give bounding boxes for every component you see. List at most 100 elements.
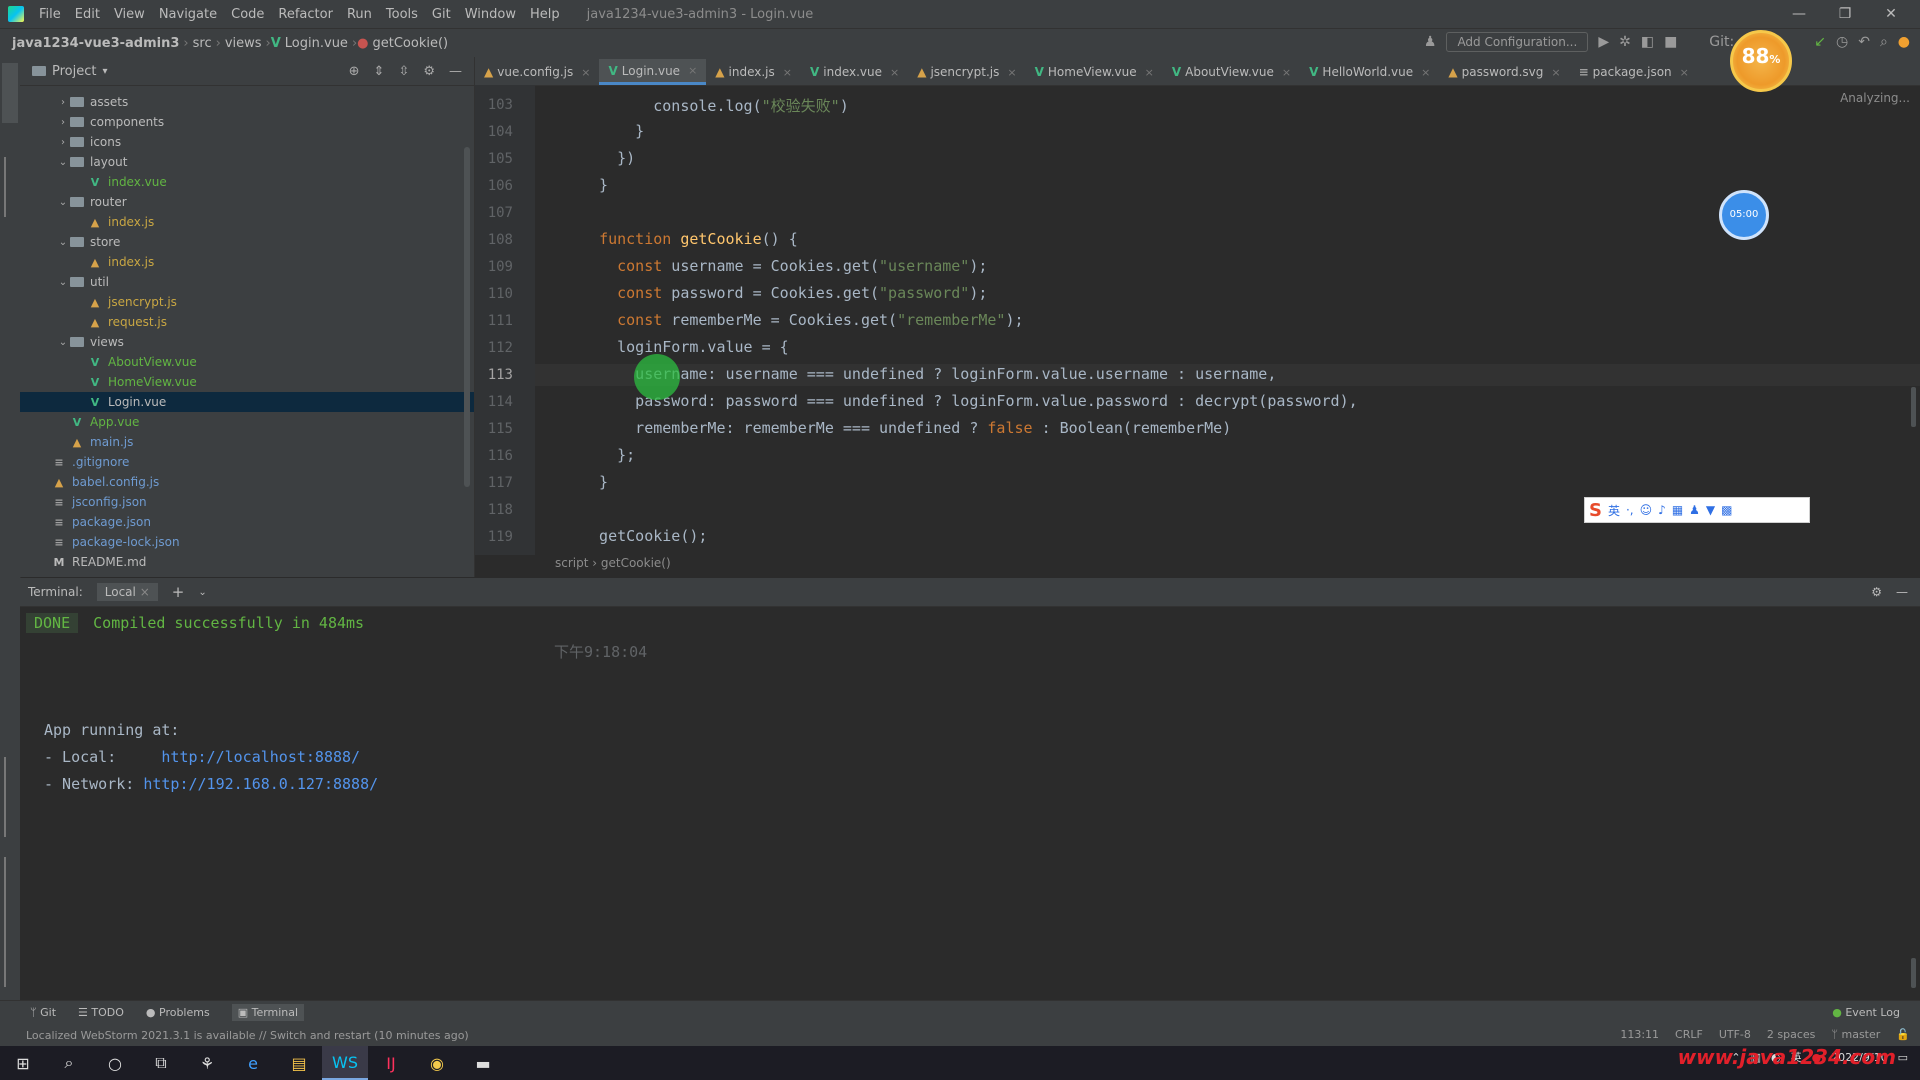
tree-file[interactable]: V App.vue [20,412,474,432]
network-url-link[interactable]: http://192.168.0.127:8888/ [143,775,378,793]
tree-file[interactable]: ▲ index.js [20,252,474,272]
stop-icon[interactable]: ■ [1664,34,1677,50]
code-line[interactable]: } [581,176,608,194]
close-tab-icon[interactable]: × [140,585,150,599]
expand-arrow-icon[interactable]: ⌄ [56,337,70,348]
tree-folder[interactable]: ⌄ store [20,232,474,252]
webstorm-taskbar-icon[interactable]: WS [322,1046,368,1080]
tree-folder[interactable]: ⌄ layout [20,152,474,172]
editor-tab[interactable]: V AboutView.vue × [1163,59,1300,85]
ime-emoji-icon[interactable]: ☺ [1640,503,1653,517]
tree-file[interactable]: ▲ jsencrypt.js [20,292,474,312]
tree-folder[interactable]: ⌄ router [20,192,474,212]
menu-item-code[interactable]: Code [224,7,271,22]
search-icon[interactable]: ⌕ [1880,34,1888,50]
tree-file[interactable]: M README.md [20,552,474,572]
terminal-scrollbar[interactable] [1911,958,1916,988]
tree-folder[interactable]: ⌄ util [20,272,474,292]
code-line[interactable]: function getCookie() { [581,230,798,248]
git-update-icon[interactable]: ↙ [1814,34,1826,50]
tree-folder[interactable]: › components [20,112,474,132]
tree-file[interactable]: ≡ .gitignore [20,452,474,472]
close-tab-icon[interactable]: × [1551,66,1560,79]
hide-icon[interactable]: — [449,64,462,79]
lock-icon[interactable]: 🔓 [1896,1028,1910,1041]
expand-arrow-icon[interactable]: › [56,117,70,128]
editor-tab[interactable]: ▲ password.svg × [1439,59,1569,85]
user-icon[interactable]: ♟ [1424,34,1437,50]
intellij-taskbar-icon[interactable]: IJ [368,1046,414,1080]
tree-file[interactable]: V Login.vue [20,392,474,412]
ime-lang-icon[interactable]: 英 [1608,502,1620,519]
git-branch[interactable]: ᛘ master [1831,1028,1880,1041]
editor-tab[interactable]: V HomeView.vue × [1026,59,1163,85]
coverage-icon[interactable]: ◧ [1641,34,1654,50]
ime-menu-icon[interactable]: ▩ [1721,503,1732,517]
editor-scrollbar[interactable] [1911,387,1916,427]
close-tab-icon[interactable]: × [688,64,697,77]
breadcrumb-src[interactable]: src [189,36,216,51]
tree-folder[interactable]: › assets [20,92,474,112]
code-line[interactable]: } [581,473,608,491]
line-separator[interactable]: CRLF [1675,1028,1703,1041]
tree-file[interactable]: ▲ index.js [20,212,474,232]
app-icon-1[interactable]: ⚘ [184,1046,230,1080]
ime-punct-icon[interactable]: ·, [1626,503,1634,517]
close-tab-icon[interactable]: × [581,66,590,79]
debug-icon[interactable]: ✲ [1619,34,1631,50]
code-line[interactable]: }; [581,446,635,464]
file-explorer-icon[interactable]: ▤ [276,1046,322,1080]
git-tool-button[interactable]: ᛘ Git [30,1006,56,1019]
indent-setting[interactable]: 2 spaces [1767,1028,1816,1041]
new-tab-icon[interactable]: + [172,583,185,601]
expand-all-icon[interactable]: ⇕ [374,64,385,79]
close-tab-icon[interactable]: × [1680,66,1689,79]
tree-file[interactable]: ≡ package.json [20,512,474,532]
expand-arrow-icon[interactable]: ⌄ [56,237,70,248]
terminal-tool-button[interactable]: ▣ Terminal [231,1004,305,1021]
code-line[interactable]: rememberMe: rememberMe === undefined ? f… [581,419,1231,437]
code-line[interactable]: }) [581,149,635,167]
close-tab-icon[interactable]: × [890,66,899,79]
ime-user-icon[interactable]: ♟ [1689,503,1700,517]
expand-arrow-icon[interactable]: ⌄ [56,157,70,168]
code-line[interactable]: const username = Cookies.get("username")… [581,257,987,275]
tree-file[interactable]: ≡ package-lock.json [20,532,474,552]
maximize-button[interactable]: ❐ [1822,0,1868,28]
editor-tab[interactable]: ▲ vue.config.js × [475,59,599,85]
expand-arrow-icon[interactable]: ⌄ [56,277,70,288]
breadcrumb-views[interactable]: views [221,36,266,51]
file-encoding[interactable]: UTF-8 [1719,1028,1751,1041]
tree-folder[interactable]: ⌄ views [20,332,474,352]
status-message[interactable]: Localized WebStorm 2021.3.1 is available… [26,1029,469,1042]
editor-tab[interactable]: ▲ index.js × [706,59,801,85]
bookmarks-stripe-button[interactable] [4,857,16,937]
update-notification-icon[interactable]: ● [1898,34,1910,50]
breadcrumb-project[interactable]: java1234-vue3-admin3 [8,36,183,51]
tree-file[interactable]: V HomeView.vue [20,372,474,392]
menu-item-refactor[interactable]: Refactor [271,7,340,22]
cpu-usage-widget[interactable]: 88% [1730,30,1792,92]
collapse-all-icon[interactable]: ⇳ [398,64,409,79]
rollback-icon[interactable]: ↶ [1858,34,1870,50]
editor-tab[interactable]: V HelloWorld.vue × [1300,59,1439,85]
editor-breadcrumb[interactable]: script › getCookie() [555,556,671,570]
chevron-down-icon[interactable]: ▾ [102,66,107,77]
expand-arrow-icon[interactable]: › [56,137,70,148]
editor-tab[interactable]: V Login.vue × [599,59,707,85]
windows-start-icon[interactable]: ⊞ [0,1046,46,1080]
run-icon[interactable]: ▶ [1598,34,1609,50]
close-tab-icon[interactable]: × [1421,66,1430,79]
tree-file[interactable]: ▲ request.js [20,312,474,332]
menu-item-run[interactable]: Run [340,7,379,22]
terminal-hide-icon[interactable]: — [1896,585,1908,599]
expand-arrow-icon[interactable]: › [56,97,70,108]
history-icon[interactable]: ◷ [1836,34,1848,50]
edge-browser-icon[interactable]: e [230,1046,276,1080]
close-tab-icon[interactable]: × [1145,66,1154,79]
task-view-icon[interactable]: ⧉ [138,1046,184,1080]
editor-tab[interactable]: ≡ package.json × [1570,59,1698,85]
caret-position[interactable]: 113:11 [1620,1028,1659,1041]
close-tab-icon[interactable]: × [1282,66,1291,79]
project-title[interactable]: Project [52,64,96,79]
